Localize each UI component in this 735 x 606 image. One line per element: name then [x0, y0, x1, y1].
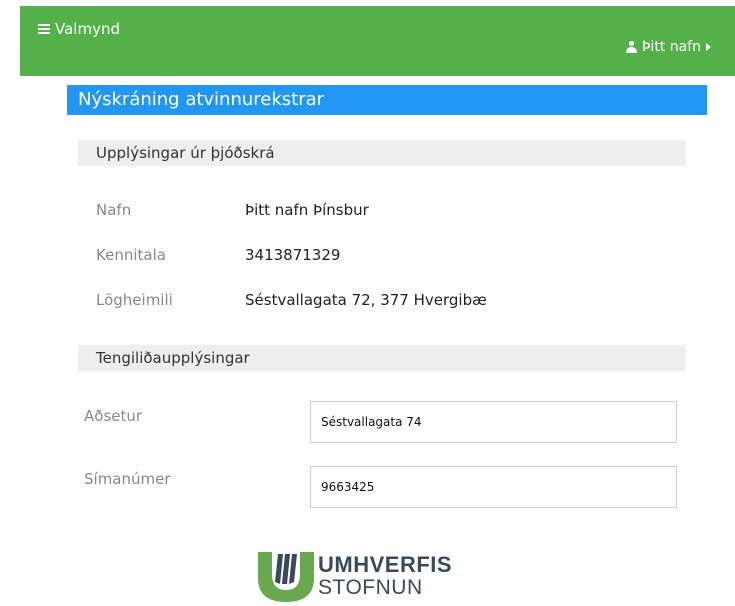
- name-label: Nafn: [96, 201, 132, 219]
- logo-mark-icon: [258, 552, 314, 602]
- registry-section-header: Upplýsingar úr þjóðskrá: [78, 140, 686, 166]
- logo-text-line2: STOFNUN: [318, 576, 423, 599]
- residence-label: Aðsetur: [84, 407, 143, 425]
- menu-label: Valmynd: [55, 20, 120, 38]
- kennitala-label: Kennitala: [96, 246, 166, 264]
- name-value: Þitt nafn Þínsbur: [245, 201, 369, 219]
- logo-text-line1: UMHVERFIS: [318, 552, 453, 577]
- hamburger-icon: [38, 24, 50, 34]
- user-menu-button[interactable]: Þitt nafn: [625, 39, 711, 55]
- phone-input[interactable]: [310, 466, 677, 508]
- menu-button[interactable]: Valmynd: [38, 20, 120, 38]
- phone-label: Símanúmer: [84, 470, 171, 488]
- kennitala-value: 3413871329: [245, 246, 341, 264]
- user-name-label: Þitt nafn: [641, 39, 701, 55]
- contact-section-header: Tengiliðaupplýsingar: [78, 345, 686, 371]
- residence-input[interactable]: [310, 401, 677, 443]
- legal-address-label: Lögheimili: [96, 291, 173, 309]
- user-icon: [625, 41, 637, 53]
- caret-right-icon: [706, 43, 711, 51]
- top-navbar: Valmynd Þitt nafn: [20, 6, 735, 76]
- umhverfisstofnun-logo: UMHVERFIS STOFNUN: [258, 552, 508, 602]
- page-title: Nýskráning atvinnurekstrar: [67, 85, 707, 115]
- legal-address-value: Séstvallagata 72, 377 Hvergibæ: [245, 291, 487, 309]
